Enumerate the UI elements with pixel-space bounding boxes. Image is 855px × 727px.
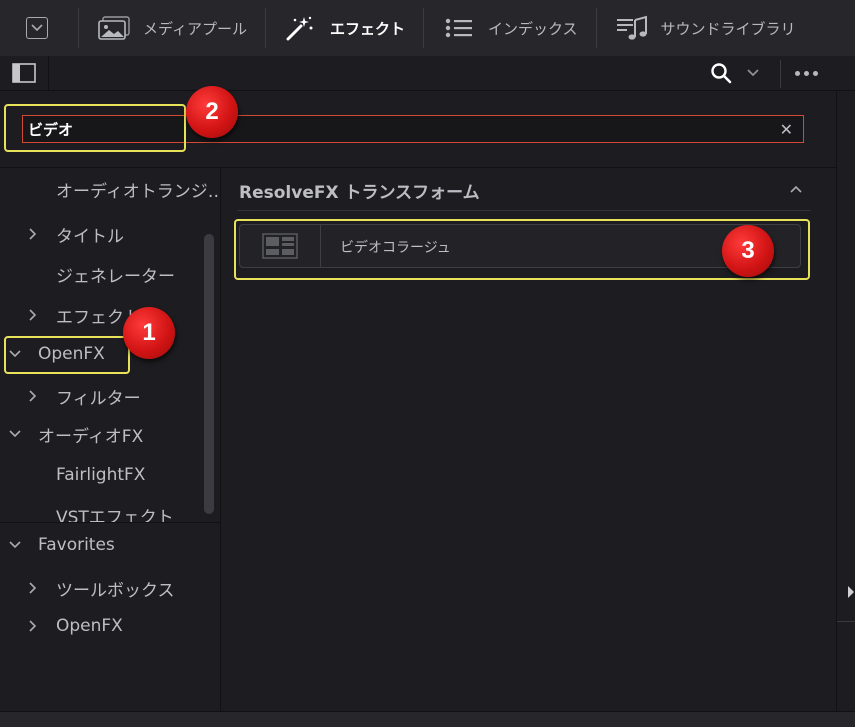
section-title: ResolveFX トランスフォーム	[239, 183, 480, 203]
tab-sound-library-label: サウンドライブラリ	[660, 19, 796, 38]
tab-effects[interactable]: エフェクト	[266, 0, 423, 56]
tree-item-fairlightfx[interactable]: FairlightFX	[56, 460, 145, 490]
tree-item-label: タイトル	[56, 226, 124, 247]
tab-media-pool-label: メディアプール	[143, 19, 247, 38]
annotation-highlight-openfx	[4, 336, 130, 374]
annotation-badge-3: 3	[722, 225, 774, 277]
tree-item-label: オーディオトランジ…	[56, 181, 220, 202]
tree-item-label: VSTエフェクト	[56, 507, 174, 523]
right-edge-panel	[836, 91, 855, 711]
tree-item-audio-transitions[interactable]: オーディオトランジ…	[56, 174, 220, 204]
tree-item-favorites-openfx[interactable]: OpenFX	[26, 611, 123, 641]
chevron-down-icon[interactable]	[8, 538, 22, 552]
tree-item-label: オーディオFX	[38, 426, 144, 447]
sidebar-toggle-button[interactable]	[0, 56, 49, 90]
tab-effects-label: エフェクト	[329, 19, 405, 38]
clear-search-icon[interactable]: ✕	[780, 120, 793, 139]
sidebar-panel-icon	[12, 63, 36, 83]
chevron-right-icon[interactable]	[26, 619, 40, 633]
tab-media-pool[interactable]: メディアプール	[79, 0, 265, 56]
list-icon	[442, 15, 476, 41]
tree-item-label: Favorites	[38, 535, 115, 555]
music-note-icon	[615, 15, 649, 41]
tab-index-label: インデックス	[487, 19, 578, 38]
edge-divider	[837, 621, 855, 622]
image-icon	[97, 15, 131, 41]
chevron-right-icon[interactable]	[26, 581, 40, 595]
section-divider	[237, 210, 811, 211]
tree-item-label: OpenFX	[56, 616, 123, 636]
caret-right-icon[interactable]	[847, 585, 855, 599]
search-icon	[711, 63, 732, 84]
tree-item-generators[interactable]: ジェネレーター	[56, 259, 175, 289]
sidebar-scrollbar[interactable]	[204, 234, 214, 514]
panel-header-row	[0, 56, 855, 91]
bottom-status-bar	[0, 711, 855, 727]
chevron-up-icon[interactable]	[789, 182, 803, 196]
tree-item-label: ジェネレーター	[56, 266, 175, 287]
favorites-divider	[0, 522, 220, 523]
annotation-highlight-search	[4, 104, 186, 152]
tree-item-filters[interactable]: フィルター	[26, 381, 141, 411]
magic-wand-icon	[284, 15, 318, 41]
tree-item-vst-effects[interactable]: VSTエフェクト	[56, 500, 174, 523]
tree-item-label: ツールボックス	[56, 580, 175, 601]
search-toggle[interactable]	[710, 56, 780, 90]
effects-category-sidebar: オーディオトランジ… タイトル ジェネレーター エフェクト OpenFX フィル…	[0, 168, 221, 711]
tree-item-favorites[interactable]: Favorites	[8, 530, 115, 560]
header-divider	[780, 60, 781, 88]
annotation-badge-1: 1	[123, 307, 175, 359]
annotation-badge-2: 2	[186, 86, 238, 138]
tree-item-titles[interactable]: タイトル	[26, 219, 124, 249]
tree-item-label: FairlightFX	[56, 465, 146, 485]
chevron-right-icon[interactable]	[26, 308, 40, 322]
chevron-right-icon[interactable]	[26, 389, 40, 403]
chevron-down-icon[interactable]	[8, 427, 22, 441]
top-toolbar: メディアプール エフェクト インデックス サウンドライブラリ	[0, 0, 855, 57]
tree-item-audio-fx[interactable]: オーディオFX	[8, 419, 143, 449]
tree-item-label: フィルター	[56, 388, 141, 409]
tab-index[interactable]: インデックス	[424, 0, 596, 56]
tab-sound-library[interactable]: サウンドライブラリ	[597, 0, 814, 56]
tree-item-toolbox[interactable]: ツールボックス	[26, 573, 175, 603]
chevron-right-icon[interactable]	[26, 227, 40, 241]
chevron-down-icon	[747, 69, 759, 77]
more-options-icon[interactable]	[795, 56, 818, 90]
collapse-toggle-icon[interactable]	[26, 17, 48, 39]
